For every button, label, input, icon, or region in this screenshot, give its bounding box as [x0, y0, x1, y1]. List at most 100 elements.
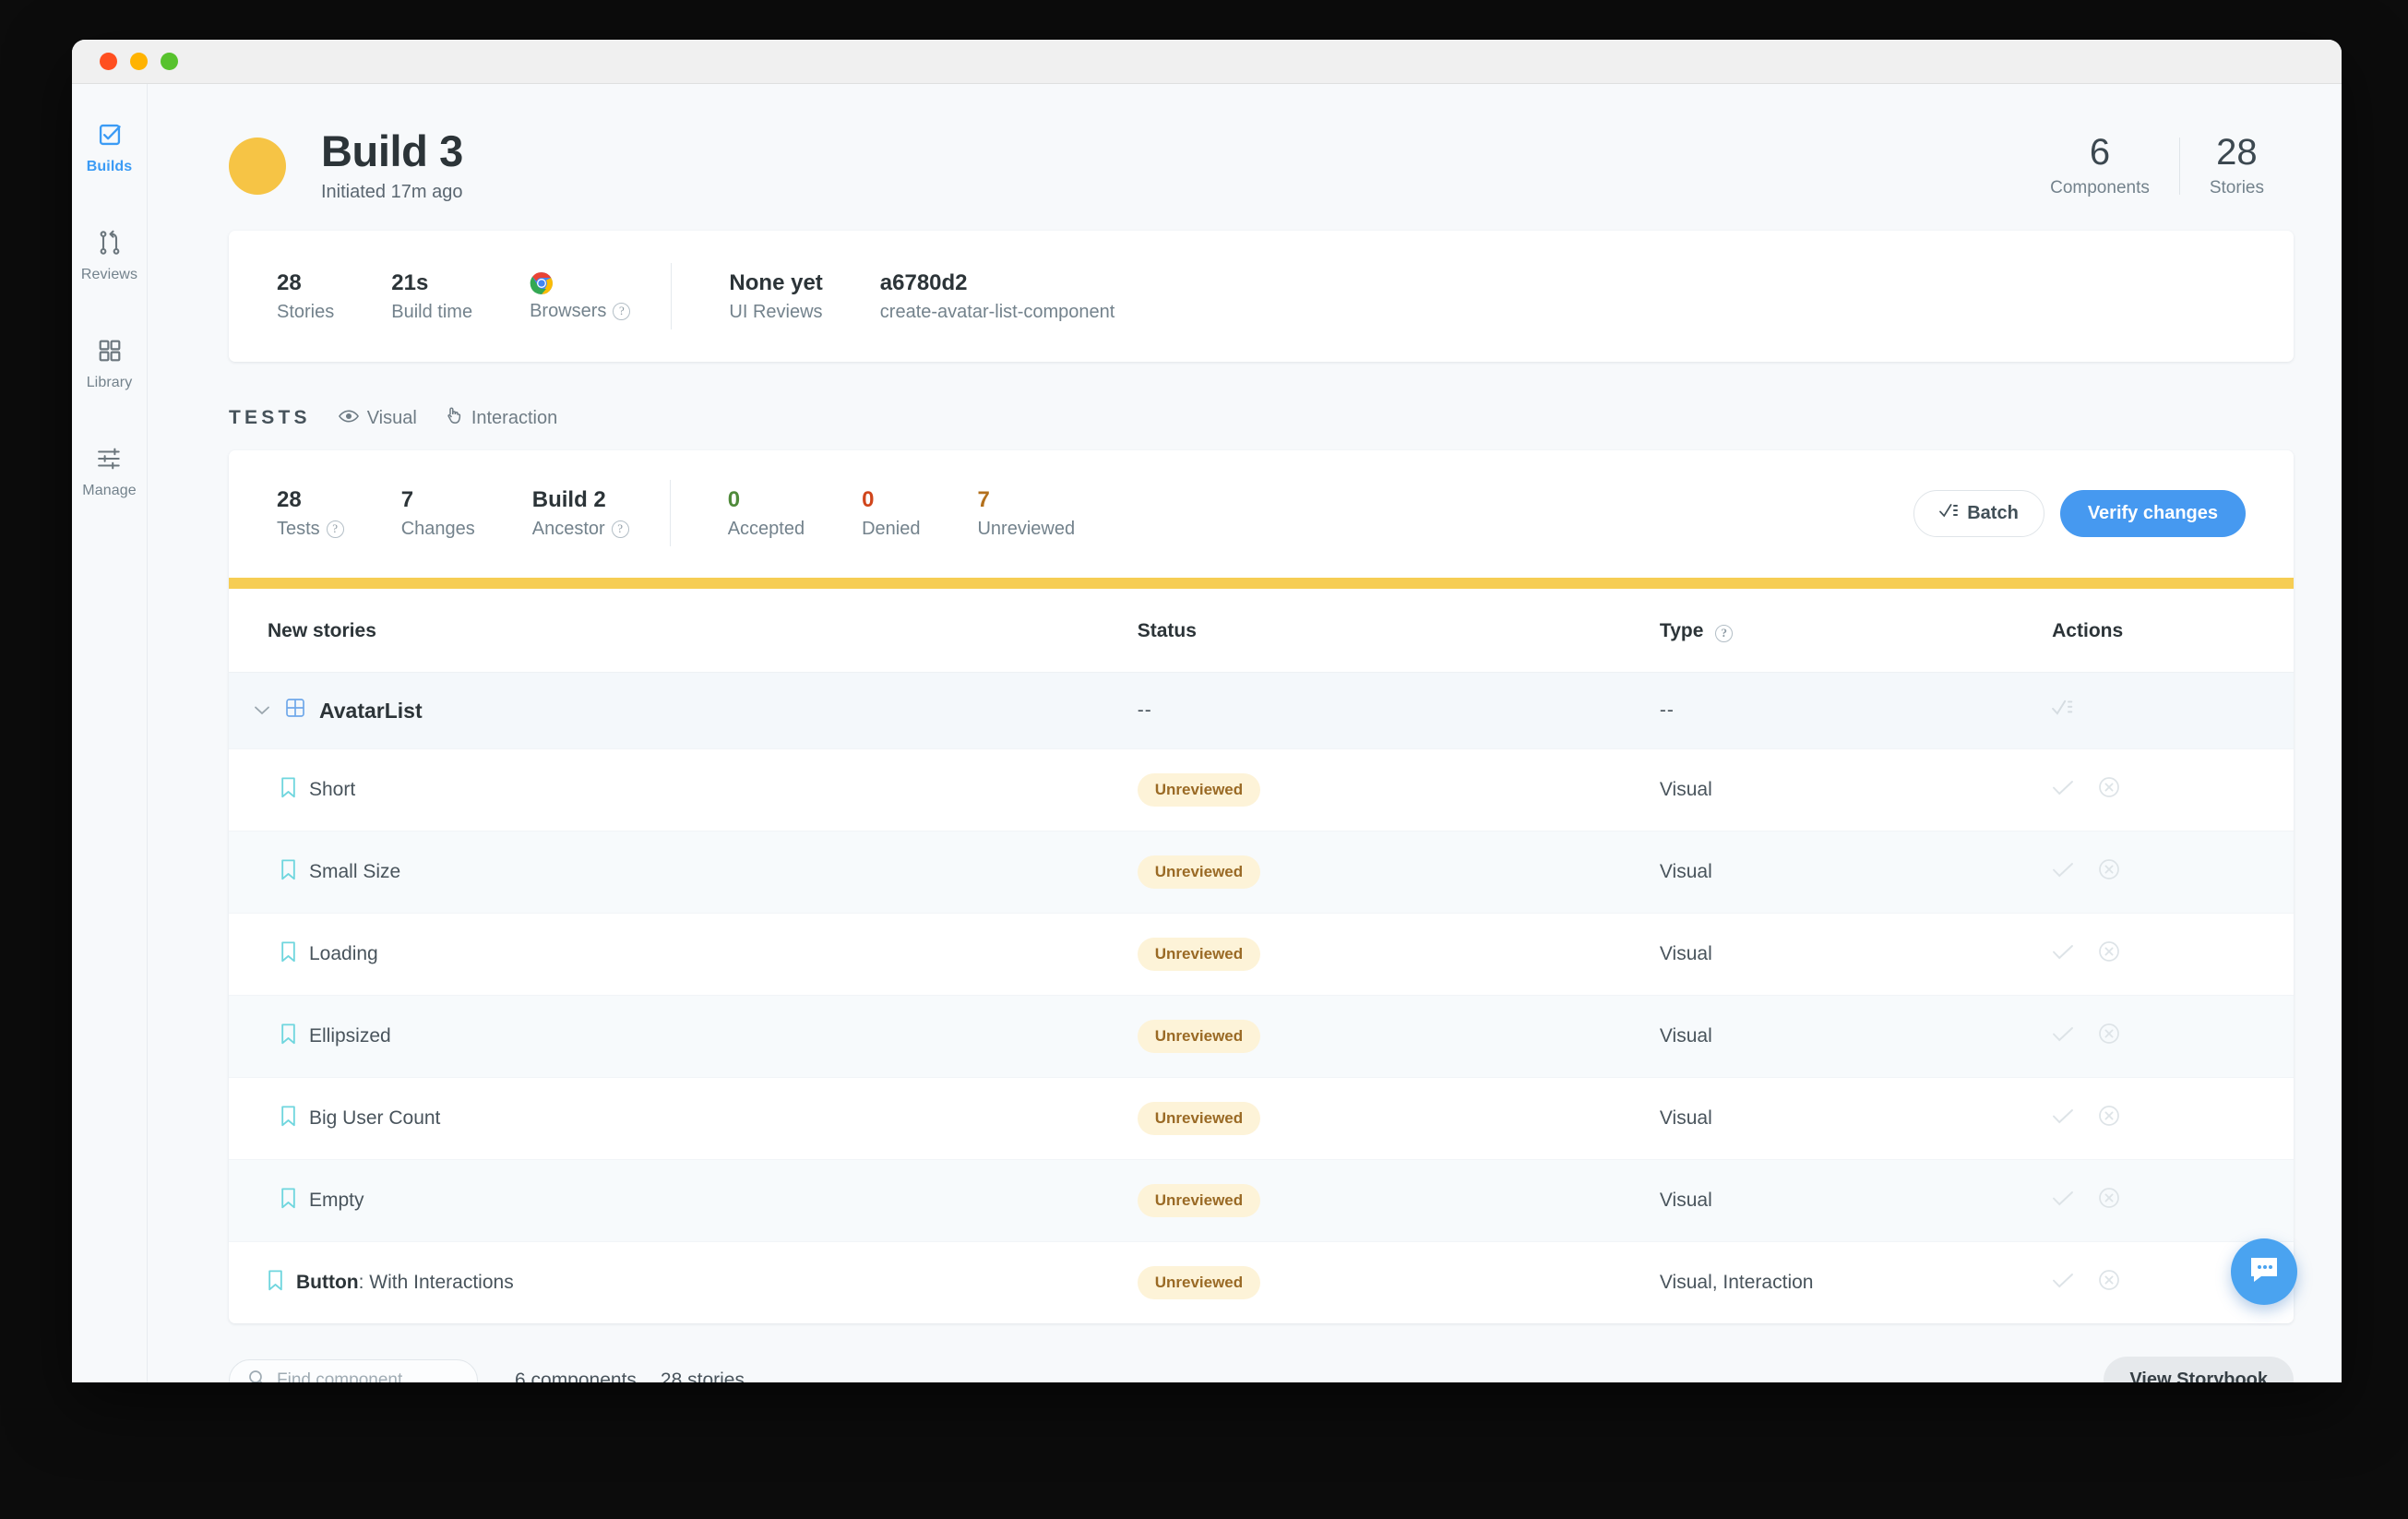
accept-icon[interactable]: [2052, 779, 2074, 801]
sidebar-item-builds[interactable]: Builds: [72, 119, 148, 175]
column-header-actions: Actions: [2052, 589, 2294, 674]
group-name-cell: AvatarList: [229, 672, 1138, 750]
group-type-cell: --: [1659, 672, 2053, 750]
grid-icon: [98, 335, 122, 366]
group-status-cell: --: [1137, 672, 1660, 750]
summary-stat-label: Build time: [391, 301, 473, 322]
deny-icon[interactable]: [2098, 776, 2120, 804]
chevron-down-icon[interactable]: [253, 700, 271, 722]
accept-icon[interactable]: [2052, 1107, 2074, 1130]
sidebar: Builds Reviews Library Manage: [72, 84, 148, 1382]
tests-stat-ancestor[interactable]: Build 2 Ancestor ?: [532, 487, 646, 540]
bookmark-icon: [280, 941, 296, 968]
story-status-cell: Unreviewed: [1137, 995, 1660, 1079]
sidebar-item-manage[interactable]: Manage: [72, 443, 148, 499]
tests-stat-unreviewed: 7 Unreviewed: [977, 487, 1091, 540]
table-row[interactable]: Small Size Unreviewed Visual: [229, 831, 2294, 915]
status-badge: Unreviewed: [1137, 773, 1261, 807]
deny-icon[interactable]: [2098, 1105, 2120, 1132]
tests-stat-label: Denied: [862, 518, 921, 539]
deny-icon[interactable]: [2098, 940, 2120, 968]
status-badge: Unreviewed: [1137, 1266, 1261, 1300]
help-icon[interactable]: ?: [613, 302, 631, 320]
table-row[interactable]: Ellipsized Unreviewed Visual: [229, 995, 2294, 1079]
window-body: Builds Reviews Library Manage Build 3 In…: [72, 84, 2342, 1382]
components-count-label: 6 components: [515, 1369, 637, 1382]
summary-stat-commit[interactable]: a6780d2 create-avatar-list-component: [880, 270, 1132, 323]
story-name-cell: Big User Count: [229, 1077, 1138, 1161]
search-input[interactable]: [277, 1369, 459, 1382]
table-row-group[interactable]: AvatarList -- --: [229, 672, 2294, 750]
story-name-variant: : With Interactions: [358, 1272, 514, 1294]
story-name: Loading: [309, 943, 378, 965]
page-header: Build 3 Initiated 17m ago 6 Components 2…: [148, 84, 2342, 231]
status-badge: Unreviewed: [1137, 1020, 1261, 1054]
tests-stat-denied: 0 Denied: [862, 487, 977, 540]
story-actions-cell: [2052, 748, 2294, 832]
search-icon: [248, 1369, 266, 1382]
tests-stat-label: Changes: [400, 518, 475, 539]
batch-accept-icon[interactable]: [2052, 700, 2074, 722]
accept-icon[interactable]: [2052, 943, 2074, 965]
story-status-cell: Unreviewed: [1137, 1159, 1660, 1243]
table-row[interactable]: Empty Unreviewed Visual: [229, 1159, 2294, 1243]
table-row[interactable]: Short Unreviewed Visual: [229, 748, 2294, 832]
deny-icon[interactable]: [2098, 1187, 2120, 1214]
tests-stat-label-text: Ancestor: [531, 518, 605, 539]
table-row[interactable]: Big User Count Unreviewed Visual: [229, 1077, 2294, 1161]
sidebar-item-label: Manage: [82, 483, 137, 498]
stories-count-label: 28 stories: [660, 1369, 745, 1382]
ancestor-build-link[interactable]: Build 2: [532, 487, 629, 513]
deny-icon[interactable]: [2098, 858, 2120, 886]
view-storybook-button[interactable]: View Storybook: [2104, 1357, 2294, 1382]
story-actions-cell: [2052, 1077, 2294, 1161]
search-component-box[interactable]: [229, 1358, 478, 1382]
tests-stat-label: Unreviewed: [977, 518, 1076, 539]
minimize-window-button[interactable]: [130, 53, 148, 70]
help-icon[interactable]: ?: [326, 520, 344, 538]
accept-icon[interactable]: [2052, 1272, 2074, 1294]
sidebar-item-library[interactable]: Library: [72, 335, 148, 391]
chat-bubble-icon: [2248, 1255, 2280, 1289]
batch-button[interactable]: Batch: [1913, 489, 2044, 537]
bookmark-icon: [268, 1270, 283, 1297]
tests-stat-label: Accepted: [727, 518, 805, 539]
story-name: Empty: [309, 1190, 364, 1212]
sidebar-item-label: Builds: [86, 159, 133, 174]
tests-stat-label: Ancestor ?: [532, 519, 629, 540]
tests-chip-label: Visual: [366, 407, 417, 428]
story-status-cell: Unreviewed: [1137, 831, 1660, 915]
chat-button[interactable]: [2231, 1238, 2297, 1305]
tests-stat-value: 7: [400, 487, 414, 513]
bookmark-icon: [280, 777, 296, 804]
accept-icon[interactable]: [2052, 1190, 2074, 1212]
deny-icon[interactable]: [2098, 1023, 2120, 1050]
tests-stat-value: 7: [977, 487, 990, 513]
help-icon[interactable]: ?: [611, 520, 629, 538]
merge-icon: [98, 227, 122, 258]
table-row[interactable]: Loading Unreviewed Visual: [229, 913, 2294, 997]
screen-root: Builds Reviews Library Manage Build 3 In…: [0, 0, 2408, 1519]
build-summary-card: 28 Stories 21s Build time Browsers ? Non…: [229, 231, 2294, 363]
commit-branch-name: create-avatar-list-component: [879, 301, 1115, 322]
deny-icon[interactable]: [2098, 1269, 2120, 1297]
tests-stat-value: 0: [727, 487, 741, 513]
component-grid-icon: [284, 697, 306, 724]
accept-icon[interactable]: [2052, 861, 2074, 883]
tests-actions: Batch Verify changes: [1913, 489, 2246, 537]
accept-icon[interactable]: [2052, 1025, 2074, 1047]
tests-stats-divider: [669, 480, 671, 547]
verify-changes-button[interactable]: Verify changes: [2059, 489, 2246, 537]
close-window-button[interactable]: [100, 53, 117, 70]
batch-check-icon: [1939, 503, 1959, 524]
tests-stat-changes: 7 Changes: [401, 487, 532, 540]
table-row[interactable]: Button: With Interactions Unreviewed Vis…: [229, 1242, 2294, 1324]
column-header-type: Type ?: [1659, 589, 2053, 674]
story-type-cell: Visual: [1659, 995, 2053, 1079]
window-titlebar: [72, 40, 2342, 84]
help-icon[interactable]: ?: [1715, 624, 1734, 642]
sidebar-item-reviews[interactable]: Reviews: [72, 227, 148, 283]
commit-hash-link[interactable]: a6780d2: [880, 270, 1115, 296]
zoom-window-button[interactable]: [161, 53, 178, 70]
summary-stat-browsers[interactable]: Browsers ?: [530, 271, 647, 322]
